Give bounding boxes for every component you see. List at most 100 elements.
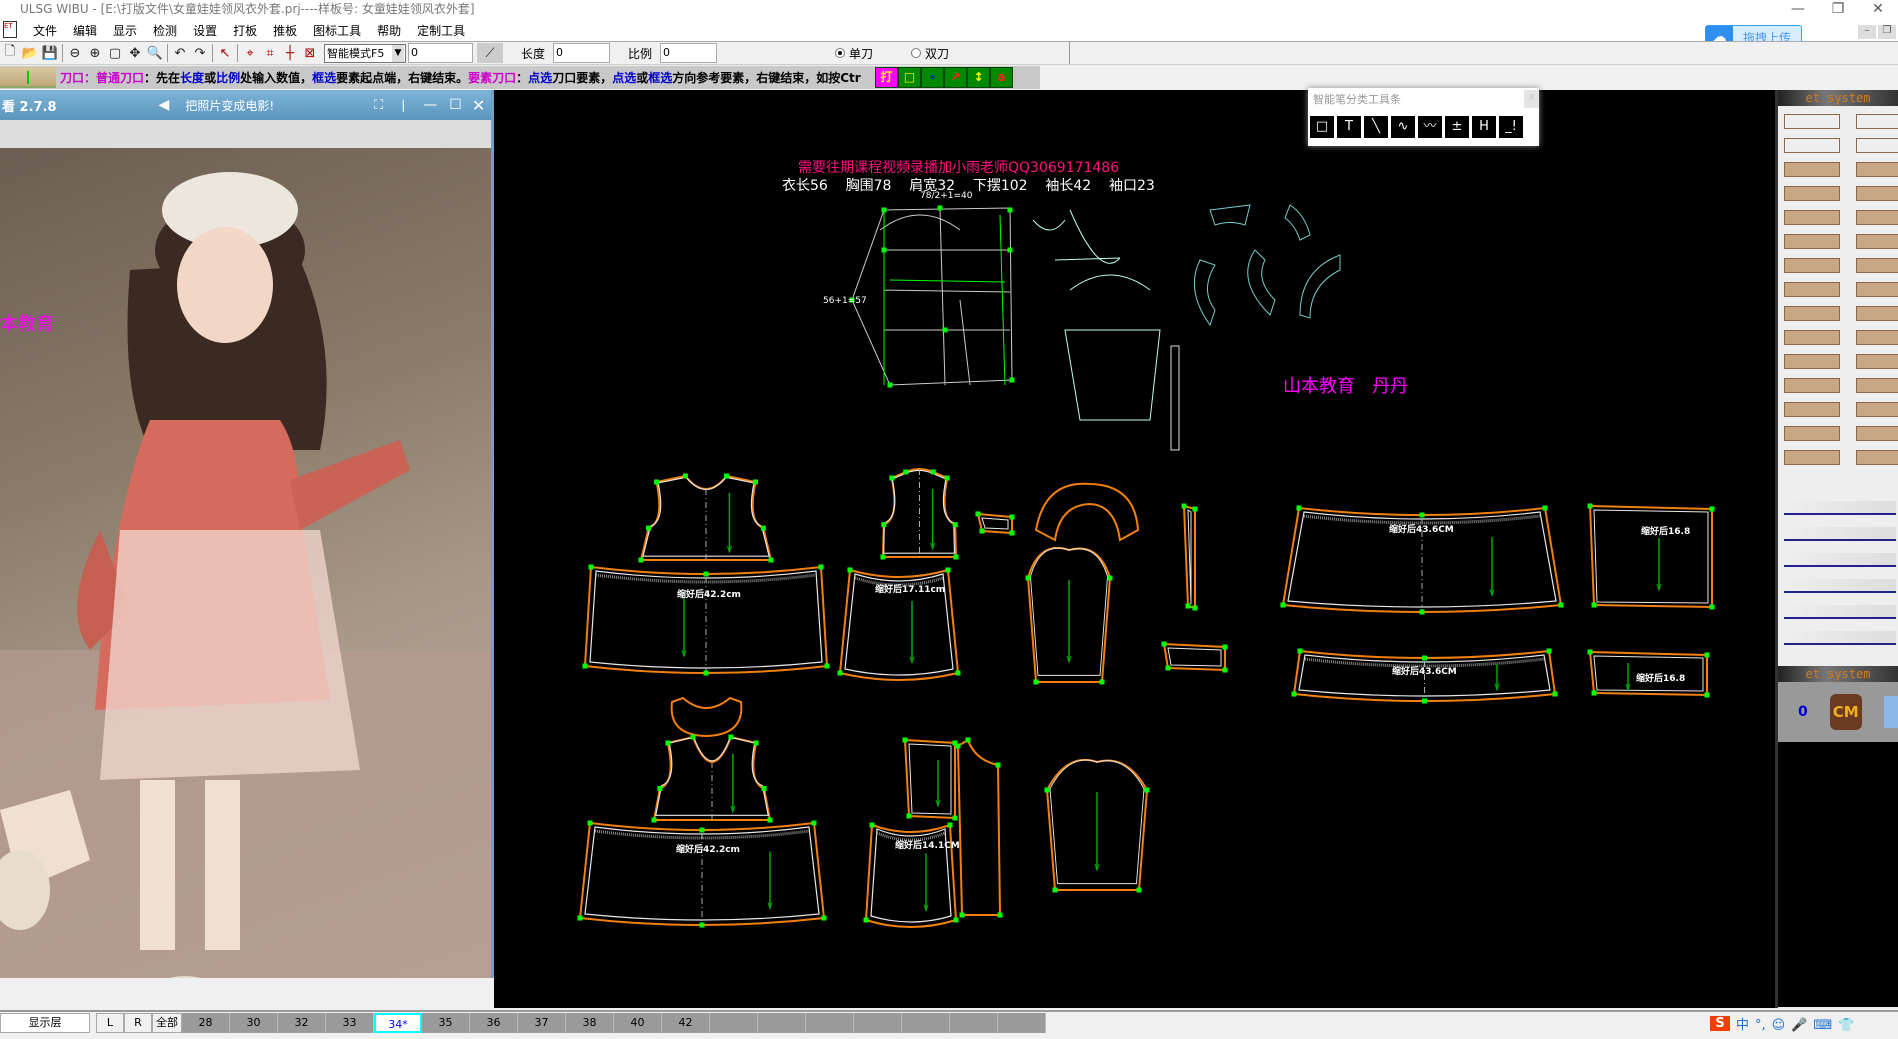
corner-icon[interactable]: _! bbox=[1499, 116, 1523, 138]
pattern-tool-button[interactable] bbox=[1856, 402, 1898, 417]
author-text: 山本教育 丹丹 bbox=[1283, 376, 1409, 397]
pattern-tool-button[interactable] bbox=[1784, 378, 1840, 393]
ruler-tool-button[interactable] bbox=[1784, 501, 1896, 515]
ruler-tool-button[interactable] bbox=[1784, 605, 1896, 619]
pattern-tool-button[interactable] bbox=[1856, 282, 1898, 297]
pattern-tool-button[interactable] bbox=[1856, 186, 1898, 201]
pattern-tool-button[interactable] bbox=[1856, 138, 1898, 153]
size-button[interactable]: 42 bbox=[662, 1013, 710, 1033]
pattern-tool-button[interactable] bbox=[1784, 450, 1840, 465]
pattern-point bbox=[975, 511, 981, 517]
pattern-tool-button[interactable] bbox=[1856, 258, 1898, 273]
size-button[interactable]: 38 bbox=[566, 1013, 614, 1033]
unit-cm-button[interactable]: CM bbox=[1829, 694, 1862, 730]
size-button[interactable] bbox=[950, 1013, 998, 1033]
ruler-tool-button[interactable] bbox=[1784, 579, 1896, 593]
pattern-point bbox=[952, 522, 958, 528]
maximize-icon[interactable]: ☐ bbox=[449, 97, 462, 113]
size-button[interactable]: 28 bbox=[182, 1013, 230, 1033]
smart-curve-icon[interactable]: 〰 bbox=[1418, 116, 1442, 138]
curve-icon[interactable]: ∿ bbox=[1391, 116, 1415, 138]
minimize-icon[interactable]: — bbox=[423, 97, 437, 113]
tray-icon[interactable]: ☺ bbox=[1772, 1018, 1786, 1033]
sogou-input-icon[interactable]: S bbox=[1710, 1015, 1730, 1031]
pattern-tool-button[interactable] bbox=[1784, 138, 1840, 153]
size-button[interactable] bbox=[758, 1013, 806, 1033]
pattern-point bbox=[1546, 648, 1552, 654]
pattern-tool-button[interactable] bbox=[1784, 162, 1840, 177]
tray-icon[interactable]: 👕 bbox=[1838, 1018, 1854, 1033]
display-layer-button[interactable]: 显示层 bbox=[0, 1013, 90, 1033]
close-icon[interactable]: ✕ bbox=[472, 96, 485, 115]
pattern-tool-button[interactable] bbox=[1856, 330, 1898, 345]
pattern-point bbox=[1422, 655, 1427, 661]
pattern-tool-button[interactable] bbox=[1784, 402, 1840, 417]
pattern-tool-button[interactable] bbox=[1856, 450, 1898, 465]
size-button[interactable] bbox=[998, 1013, 1046, 1033]
smart-pen-toolbar: 智能笔分类工具条 x □ T ╲ ∿ 〰 ± H _! bbox=[1308, 88, 1539, 146]
size-button[interactable]: 34* bbox=[374, 1013, 422, 1033]
pattern-tool-button[interactable] bbox=[1856, 114, 1898, 129]
left-button[interactable]: L bbox=[96, 1013, 124, 1033]
pattern-point bbox=[654, 479, 660, 485]
pattern-tool-button[interactable] bbox=[1784, 282, 1840, 297]
pattern-tool-button[interactable] bbox=[1784, 330, 1840, 345]
pattern-tool-button[interactable] bbox=[1856, 162, 1898, 177]
size-button[interactable] bbox=[854, 1013, 902, 1033]
fullscreen-icon[interactable]: ⛶ bbox=[374, 98, 383, 113]
pattern-tool-button[interactable] bbox=[1784, 306, 1840, 321]
pattern-tool-button[interactable] bbox=[1856, 306, 1898, 321]
size-button[interactable] bbox=[902, 1013, 950, 1033]
all-sizes-button[interactable]: 全部 bbox=[152, 1013, 182, 1033]
pattern-point bbox=[1709, 506, 1715, 512]
rectangle-icon[interactable]: □ bbox=[1310, 116, 1334, 138]
pattern-point bbox=[690, 734, 696, 740]
tray-icon[interactable]: °, bbox=[1755, 1018, 1766, 1033]
parallel-icon[interactable]: H bbox=[1472, 116, 1496, 138]
size-button[interactable] bbox=[710, 1013, 758, 1033]
size-button[interactable]: 30 bbox=[230, 1013, 278, 1033]
tray-icon[interactable]: 🎤 bbox=[1791, 1018, 1807, 1033]
pattern-tool-button[interactable] bbox=[1784, 186, 1840, 201]
pattern-tool-button[interactable] bbox=[1784, 234, 1840, 249]
size-button[interactable]: 32 bbox=[278, 1013, 326, 1033]
offset-icon[interactable]: ± bbox=[1445, 116, 1469, 138]
pattern-tool-button[interactable] bbox=[1856, 426, 1898, 441]
pattern-tool-button[interactable] bbox=[1784, 210, 1840, 225]
pattern-point bbox=[657, 785, 663, 791]
pattern-point bbox=[821, 915, 827, 921]
line-icon[interactable]: ╲ bbox=[1364, 116, 1388, 138]
right-button[interactable]: R bbox=[124, 1013, 152, 1033]
pattern-tool-button[interactable] bbox=[1856, 378, 1898, 393]
ruler-tool-button[interactable] bbox=[1784, 553, 1896, 567]
pattern-point bbox=[728, 734, 734, 740]
pattern-point bbox=[953, 917, 959, 923]
ruler-tool-button[interactable] bbox=[1784, 527, 1896, 541]
pattern-tool-button[interactable] bbox=[1784, 354, 1840, 369]
player-slogan[interactable]: 把照片变成电影! bbox=[185, 97, 274, 114]
size-button[interactable]: 40 bbox=[614, 1013, 662, 1033]
size-button[interactable]: 37 bbox=[518, 1013, 566, 1033]
pattern-tool-button[interactable] bbox=[1784, 426, 1840, 441]
speaker-icon[interactable]: ◀ bbox=[159, 97, 170, 113]
pattern-point bbox=[1009, 530, 1015, 536]
pattern-tool-button[interactable] bbox=[1856, 354, 1898, 369]
pattern-point bbox=[889, 475, 895, 481]
close-icon[interactable]: x bbox=[1524, 90, 1539, 108]
pattern-point bbox=[942, 327, 948, 333]
tray-icon[interactable]: 中 bbox=[1736, 1018, 1749, 1033]
panel-header: et system bbox=[1778, 90, 1898, 106]
pattern-tool-button[interactable] bbox=[1784, 258, 1840, 273]
tray-icon[interactable]: ⌨ bbox=[1813, 1018, 1832, 1033]
calculator-icon[interactable] bbox=[1883, 696, 1898, 728]
pattern-tool-button[interactable] bbox=[1856, 210, 1898, 225]
pattern-tool-button[interactable] bbox=[1784, 114, 1840, 129]
size-button[interactable] bbox=[806, 1013, 854, 1033]
tool-panel: et system et system 0 CM bbox=[1775, 90, 1898, 1008]
pattern-tool-button[interactable] bbox=[1856, 234, 1898, 249]
size-button[interactable]: 35 bbox=[422, 1013, 470, 1033]
ruler-tool-button[interactable] bbox=[1784, 631, 1896, 645]
t-square-icon[interactable]: T bbox=[1337, 116, 1361, 138]
size-button[interactable]: 33 bbox=[326, 1013, 374, 1033]
size-button[interactable]: 36 bbox=[470, 1013, 518, 1033]
